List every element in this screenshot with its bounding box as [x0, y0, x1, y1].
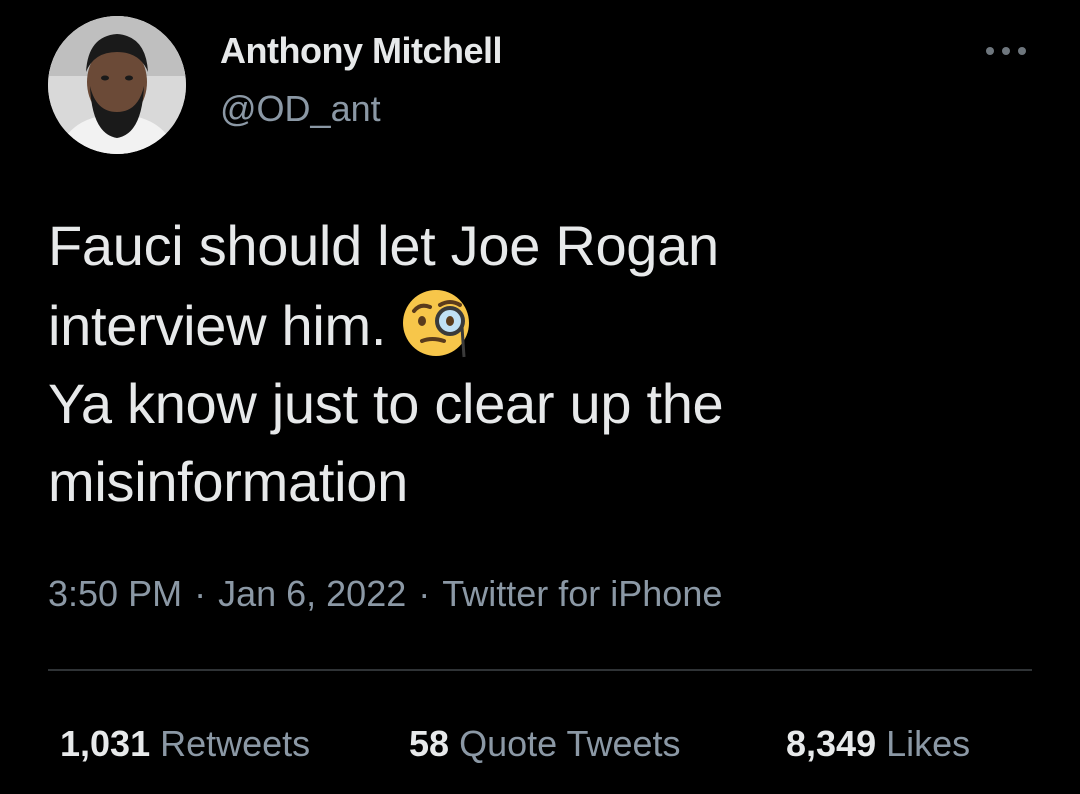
more-options-icon[interactable] [984, 36, 1028, 66]
divider [48, 669, 1032, 671]
tweet-line: Ya know just to clear up the [48, 372, 724, 435]
quote-tweets-count: 58 [409, 723, 450, 764]
tweet-time[interactable]: 3:50 PM [48, 573, 182, 614]
tweet-line: interview him. [48, 294, 387, 357]
face-with-monocle-icon [403, 290, 470, 358]
author-display-name[interactable]: Anthony Mitchell [220, 30, 503, 72]
tweet-date[interactable]: Jan 6, 2022 [218, 573, 406, 614]
quote-tweets-stat[interactable]: 58 Quote Tweets [409, 723, 681, 765]
more-dot [1002, 47, 1010, 55]
retweets-stat[interactable]: 1,031 Retweets [60, 723, 310, 765]
tweet-line: Fauci should let Joe Rogan [48, 214, 719, 277]
quote-tweets-label: Quote Tweets [459, 723, 681, 764]
likes-label: Likes [886, 723, 971, 764]
likes-stat[interactable]: 8,349 Likes [786, 723, 970, 765]
tweet-source[interactable]: Twitter for iPhone [442, 573, 722, 614]
tweet-meta: 3:50 PM · Jan 6, 2022 · Twitter for iPhone [48, 573, 722, 615]
meta-separator: · [194, 573, 207, 614]
retweets-label: Retweets [160, 723, 311, 764]
profile-photo-icon [48, 16, 186, 154]
avatar[interactable] [48, 16, 186, 154]
retweets-count: 1,031 [60, 723, 151, 764]
more-dot [1018, 47, 1026, 55]
tweet-line-with-emoji: interview him. [48, 285, 1028, 365]
meta-separator: · [418, 573, 431, 614]
author-handle[interactable]: @OD_ant [220, 88, 381, 130]
tweet-text: Fauci should let Joe Rogan interview him… [48, 207, 1028, 521]
more-dot [986, 47, 994, 55]
likes-count: 8,349 [786, 723, 877, 764]
tweet-line: misinformation [48, 450, 408, 513]
